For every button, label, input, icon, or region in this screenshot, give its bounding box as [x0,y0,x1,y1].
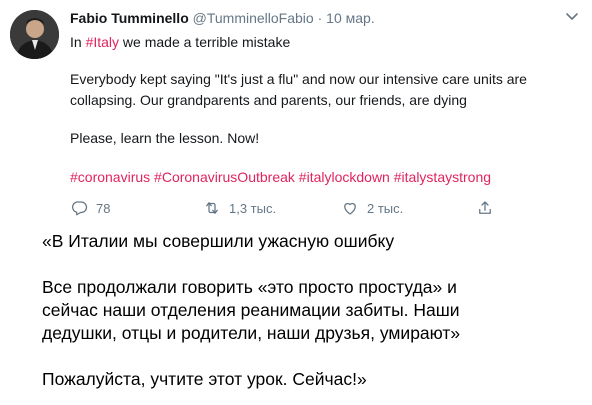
hashtag[interactable]: #coronavirus [70,169,150,185]
retweet-button[interactable]: 1,3 тыс. [203,198,276,218]
hashtag[interactable]: #CoronavirusOutbreak [154,169,295,185]
share-icon [479,201,491,214]
like-count: 2 тыс. [367,200,404,216]
translation-caption: «В Италии мы совершили ужасную ошибку Вс… [42,230,460,391]
tweet-line-4: Please, learn the lesson. Now! [70,130,260,146]
tweet: Fabio Tumminello @TumminelloFabio · 10 м… [0,0,592,225]
hashtag[interactable]: #italylockdown [299,169,390,185]
tweet-line-2: Everybody kept saying "It's just a flu" … [70,71,527,87]
retweet-icon [206,202,218,214]
translation-line: Пожалуйста, учтите этот урок. Сейчас!» [42,369,367,389]
tweet-line-1: In #Italy we made a terrible mistake [70,33,290,51]
avatar[interactable] [10,10,59,59]
heart-icon [344,202,356,215]
translation-line: сейчас наши отделения реанимации забиты.… [42,300,460,320]
share-button[interactable] [476,198,494,218]
translation-line: дедушки, отцы и родители, наши друзья, у… [42,323,461,343]
reply-count: 78 [96,200,111,216]
translation-line: «В Италии мы совершили ужасную ошибку [42,231,395,251]
hashtag-italy[interactable]: #Italy [86,34,119,50]
reply-button[interactable]: 78 [70,198,110,218]
chevron-down-icon[interactable] [565,10,579,22]
tweet-text: In [70,34,86,50]
author-handle[interactable]: @TumminelloFabio [193,10,314,26]
like-button[interactable]: 2 тыс. [341,198,403,218]
hashtag-row: #coronavirus #CoronavirusOutbreak #italy… [70,168,491,186]
tweet-text: we made a terrible mistake [119,34,291,50]
author-name[interactable]: Fabio Tumminello [70,10,189,26]
translation-line: Все продолжали говорить «это просто прос… [42,277,457,297]
reply-icon [71,201,88,216]
separator: · [317,10,323,26]
retweet-count: 1,3 тыс. [229,200,277,216]
tweet-actions: 78 1,3 тыс. 2 тыс. [70,198,570,218]
tweet-date[interactable]: 10 мар. [326,10,375,26]
hashtag[interactable]: #italystaystrong [394,169,491,185]
tweet-header: Fabio Tumminello @TumminelloFabio · 10 м… [70,9,375,27]
tweet-line-3: collapsing. Our grandparents and parents… [70,92,467,108]
